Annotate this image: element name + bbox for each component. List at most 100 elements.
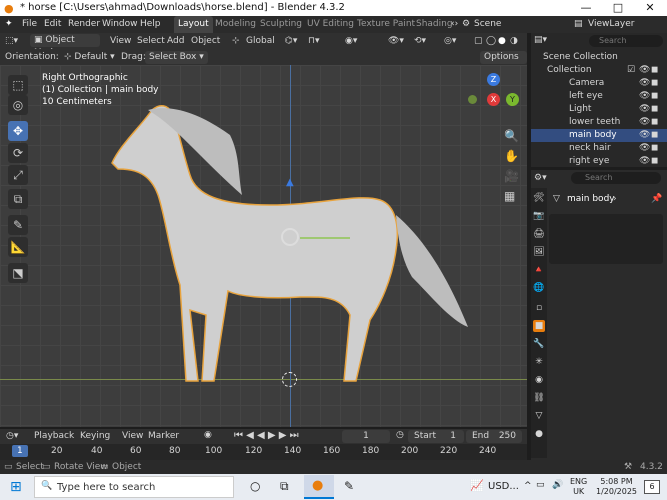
- collection-camera-icon[interactable]: ◼: [651, 64, 658, 77]
- outliner-item-right-eye[interactable]: right eye 👁 ◼: [531, 155, 667, 168]
- outliner-scene-collection[interactable]: Scene Collection: [531, 51, 667, 64]
- stocks-widget[interactable]: USD...: [488, 481, 519, 492]
- material-tab-icon[interactable]: ●: [533, 428, 545, 440]
- collection-eye-icon[interactable]: 👁: [639, 64, 650, 77]
- playback-menu[interactable]: Playback: [34, 431, 74, 441]
- horse-model[interactable]: [0, 65, 527, 427]
- cortana-icon[interactable]: ○: [250, 479, 260, 493]
- outliner-item-neck-hair[interactable]: neck hair 👁 ◼: [531, 142, 667, 155]
- outliner-item-left-eye[interactable]: left eye 👁 ◼: [531, 90, 667, 103]
- blender-menu-icon[interactable]: ✦: [5, 19, 13, 29]
- world-tab-icon[interactable]: 🌐: [533, 282, 545, 294]
- eye-icon[interactable]: 👁: [639, 103, 650, 116]
- render-icon[interactable]: ◼: [651, 129, 658, 142]
- menu-file[interactable]: File: [22, 19, 37, 29]
- tab-texture-paint[interactable]: Texture Paint: [353, 16, 419, 33]
- outliner-item-camera[interactable]: Camera 👁 ◼: [531, 77, 667, 90]
- viewlayer-name[interactable]: ViewLayer: [588, 19, 634, 29]
- network-icon[interactable]: ▭: [536, 480, 545, 490]
- pivot-icon[interactable]: ⌬▾: [285, 36, 297, 46]
- gizmo-z-axis[interactable]: Z: [487, 73, 500, 86]
- view-layer-tab-icon[interactable]: 🖼: [533, 246, 545, 258]
- workspace-more-icon[interactable]: ‹›: [451, 19, 458, 29]
- proportional-edit-icon[interactable]: ◉▾: [345, 36, 357, 46]
- tool-tab-icon[interactable]: 🛠: [533, 192, 545, 204]
- menu-select[interactable]: Select: [137, 36, 165, 46]
- tab-uv-editing[interactable]: UV Editing: [303, 16, 358, 33]
- navigation-gizmo[interactable]: Z Y X: [466, 71, 522, 129]
- properties-search-input[interactable]: Search: [571, 172, 661, 184]
- language-indicator[interactable]: ENG UK: [570, 477, 587, 497]
- outliner-item-main-body[interactable]: main body 👁 ◼: [531, 129, 667, 142]
- object-origin-circle[interactable]: [281, 228, 299, 246]
- orientation-global-select[interactable]: Global: [246, 36, 275, 46]
- pin-icon[interactable]: 📌: [651, 194, 662, 204]
- annotate-tool[interactable]: ✎: [8, 215, 28, 235]
- xray-toggle-icon[interactable]: ▢: [474, 36, 483, 46]
- menu-edit[interactable]: Edit: [44, 19, 61, 29]
- visibility-icon[interactable]: 👁▾: [388, 36, 404, 46]
- close-button[interactable]: ✕: [634, 0, 666, 16]
- snap-icon[interactable]: ⊓▾: [308, 36, 320, 46]
- options-dropdown[interactable]: Options ▾: [480, 51, 527, 75]
- physics-tab-icon[interactable]: ◉: [533, 374, 545, 386]
- clock[interactable]: 5:08 PM 1/20/2025: [596, 477, 637, 497]
- outliner-item-lower-teeth[interactable]: lower teeth 👁 ◼: [531, 116, 667, 129]
- ortho-grid-icon[interactable]: ▦: [504, 189, 515, 203]
- gizmo-toggle-icon[interactable]: ⟲▾: [414, 36, 426, 46]
- eye-icon[interactable]: 👁: [639, 90, 650, 103]
- gizmo-x-axis[interactable]: X: [487, 93, 500, 106]
- menu-view[interactable]: View: [110, 36, 131, 46]
- measure-tool[interactable]: 📐: [8, 237, 28, 257]
- render-icon[interactable]: ◼: [651, 103, 658, 116]
- shading-solid-icon[interactable]: ●: [498, 36, 506, 46]
- menu-object[interactable]: Object: [191, 36, 220, 46]
- render-icon[interactable]: ◼: [651, 116, 658, 129]
- menu-render[interactable]: Render: [68, 19, 100, 29]
- drag-select[interactable]: Select Box ▾: [145, 51, 208, 64]
- taskbar-blender-app[interactable]: ●: [304, 475, 334, 499]
- timeline-ruler[interactable]: 1 20 40 60 80 100 120 140 160 180 200 22…: [0, 444, 527, 460]
- scene-name[interactable]: Scene: [474, 19, 501, 29]
- constraints-tab-icon[interactable]: ⛓: [533, 392, 545, 404]
- tab-shading[interactable]: Shading: [412, 16, 457, 33]
- mode-select[interactable]: ▣ Object Mode ▾: [30, 34, 100, 58]
- marker-menu[interactable]: Marker: [148, 431, 179, 441]
- taskbar-search-input[interactable]: Type here to search: [57, 482, 155, 493]
- taskbar-search-box[interactable]: 🔍 Type here to search: [34, 476, 234, 498]
- eye-icon[interactable]: 👁: [639, 77, 650, 90]
- render-icon[interactable]: ◼: [651, 90, 658, 103]
- tab-sculpting[interactable]: Sculpting: [256, 16, 306, 33]
- task-view-icon[interactable]: ⧉: [280, 479, 289, 494]
- object-tab-icon[interactable]: ■: [533, 320, 545, 332]
- menu-help[interactable]: Help: [140, 19, 161, 29]
- eye-icon[interactable]: 👁: [639, 116, 650, 129]
- 3d-viewport[interactable]: ▲ Right Orthographic (1) Collection | ma…: [0, 65, 527, 427]
- properties-editor-icon[interactable]: ⚙▾: [534, 173, 547, 183]
- render-icon[interactable]: ◼: [651, 142, 658, 155]
- select-box-tool[interactable]: ⬚: [8, 75, 28, 95]
- zoom-icon[interactable]: 🔍: [504, 129, 519, 143]
- 3d-cursor-icon[interactable]: [282, 372, 297, 387]
- volume-icon[interactable]: 🔊: [552, 480, 563, 490]
- editor-type-icon[interactable]: ⬚▾: [5, 36, 18, 46]
- eye-icon[interactable]: 👁: [639, 129, 650, 142]
- transform-tool[interactable]: ⧉: [8, 189, 28, 209]
- outliner-search-input[interactable]: Search: [589, 35, 663, 47]
- move-y-arrow-icon[interactable]: [300, 237, 350, 239]
- data-tab-icon[interactable]: ▽: [533, 410, 545, 422]
- modifier-tab-icon[interactable]: 🔧: [533, 338, 545, 350]
- outliner-item-light[interactable]: Light 👁 ◼: [531, 103, 667, 116]
- tray-chevron-icon[interactable]: ^: [524, 481, 532, 491]
- minimize-button[interactable]: —: [570, 0, 602, 16]
- menu-add[interactable]: Add: [167, 36, 184, 46]
- start-frame-field[interactable]: Start 1: [408, 430, 464, 443]
- windows-start-icon[interactable]: ⊞: [10, 479, 22, 495]
- rotate-tool[interactable]: ⟳: [8, 143, 28, 163]
- gizmo-neg-y-axis[interactable]: [468, 95, 477, 104]
- cursor-tool[interactable]: ◎: [8, 95, 28, 115]
- output-tab-icon[interactable]: 🖨: [533, 228, 545, 240]
- timeline-editor-icon[interactable]: ◷▾: [6, 431, 18, 441]
- orientation-select[interactable]: ⊹ Default ▾: [64, 52, 115, 62]
- outliner-editor-icon[interactable]: ▤▾: [534, 35, 547, 45]
